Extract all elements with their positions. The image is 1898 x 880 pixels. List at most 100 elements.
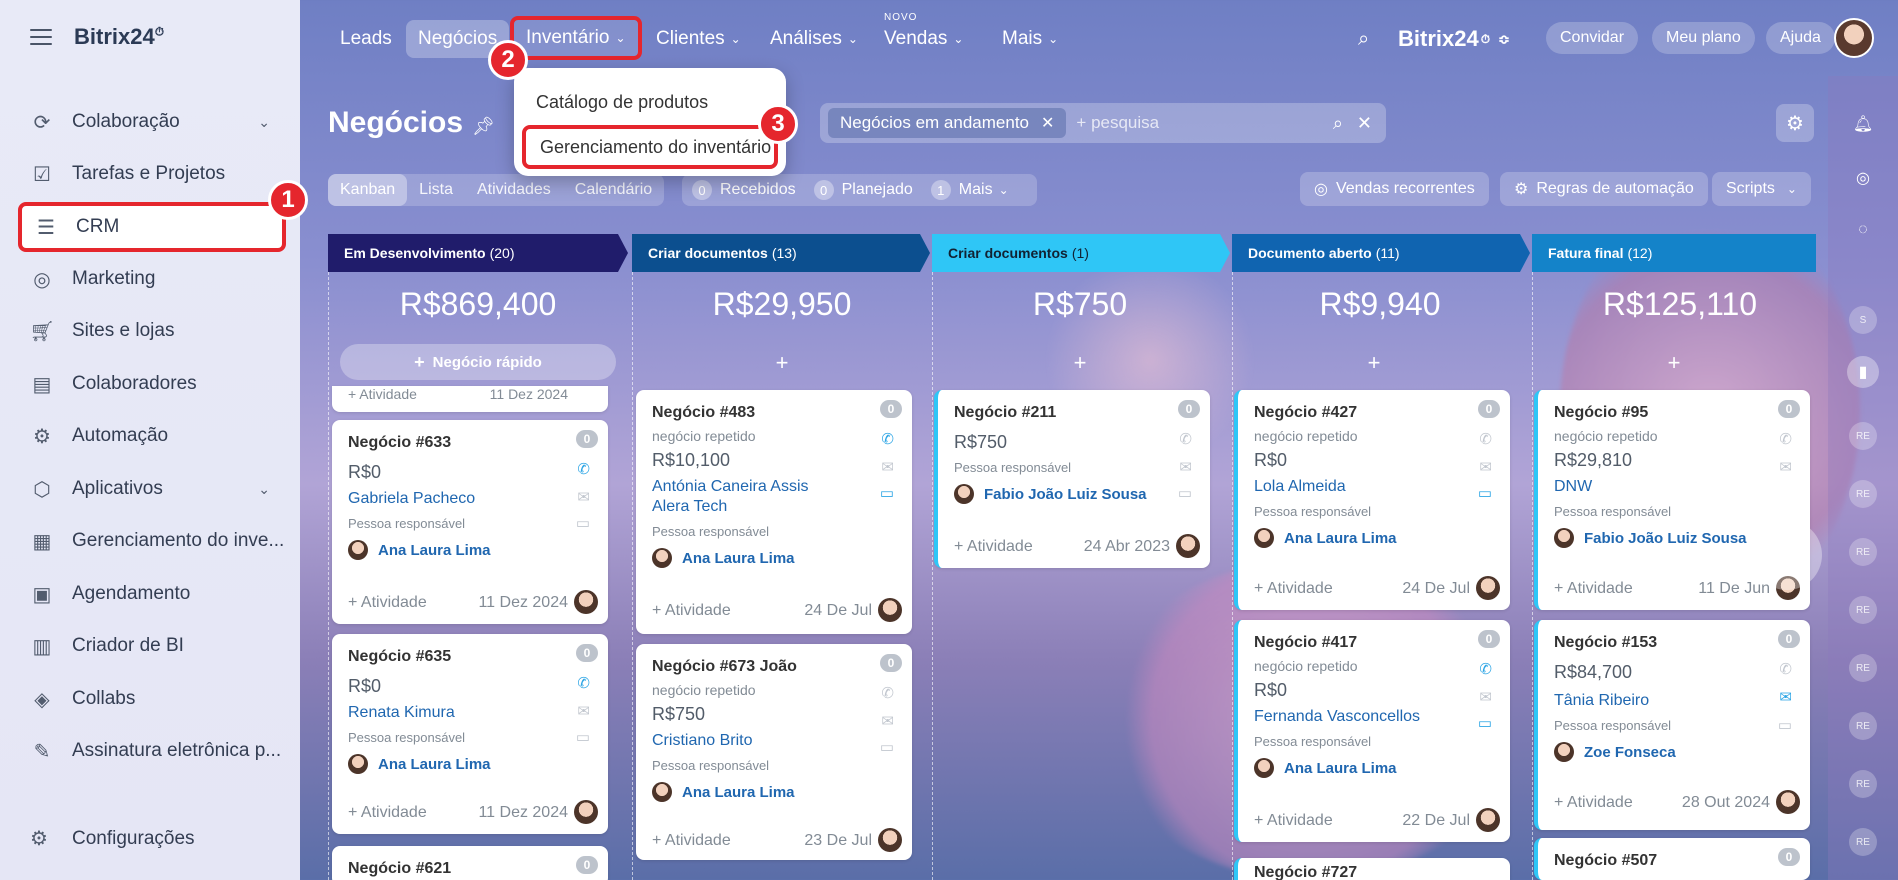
mail-icon[interactable]: ✉ [1779,458,1792,476]
deal-client[interactable]: Lola Almeida [1254,478,1346,496]
bookmark-icon[interactable]: ▮ [1847,356,1879,388]
sidebar-item-collabs[interactable]: ◈ Collabs [18,677,286,721]
help-button[interactable]: Ajuda [1766,22,1835,54]
add-deal-plus[interactable]: + [932,350,1228,376]
view-kanban[interactable]: Kanban [328,174,408,206]
clear-icon[interactable]: ✕ [1357,113,1372,134]
menu-item-catalogo[interactable]: Catálogo de produtos [536,92,708,113]
logo[interactable]: Bitrix24⏱ [74,24,164,50]
add-activity-link[interactable]: + Atividade [954,538,1033,556]
avatar[interactable] [878,828,902,852]
deal-card-727[interactable]: Negócio #727 [1234,858,1510,880]
avatar[interactable]: RE [1849,596,1877,624]
deal-company[interactable]: Alera Tech [652,498,727,516]
avatar[interactable]: RE [1849,654,1877,682]
deal-client[interactable]: DNW [1554,478,1592,496]
deal-client[interactable]: Gabriela Pacheco [348,490,475,508]
avatar[interactable] [1476,808,1500,832]
search-icon[interactable]: ⌕ [1333,113,1343,134]
avatar[interactable]: S [1849,306,1877,334]
automation-rules-button[interactable]: ⚙ Regras de automação [1500,172,1708,206]
chat-icon[interactable]: ▭ [1478,714,1492,732]
avatar[interactable] [1776,790,1800,814]
filter-search-bar[interactable]: Negócios em andamento ✕ + pesquisa ⌕ ✕ [820,103,1386,143]
chat-icon[interactable]: ▭ [1178,484,1192,502]
deal-card-621[interactable]: Negócio #621 0 [332,846,608,880]
add-activity-link[interactable]: + Atividade [1554,794,1633,812]
sidebar-item-colaboradores[interactable]: ▤ Colaboradores [18,362,286,406]
deal-client[interactable]: Tânia Ribeiro [1554,692,1649,710]
add-activity-link[interactable]: + Atividade [1254,580,1333,598]
deal-client[interactable]: Renata Kimura [348,704,455,722]
deal-title[interactable]: Negócio #727 [1254,864,1357,880]
mail-icon[interactable]: ✉ [1179,458,1192,476]
add-activity-link[interactable]: + Atividade [348,594,427,612]
deal-card-211[interactable]: Negócio #211 0 R$750 ✆ Pessoa responsáve… [934,390,1210,568]
recurring-sales-button[interactable]: ◎ Vendas recorrentes [1300,172,1489,206]
phone-icon[interactable]: ✆ [1479,660,1492,678]
responsible-person[interactable]: Ana Laura Lima [348,540,491,560]
column-header-fatura-final[interactable]: Fatura final (12) [1532,234,1816,272]
deal-card-partial[interactable]: + Atividade 11 Dez 2024 [332,386,608,412]
deal-card-483[interactable]: Negócio #483 0 negócio repetido ✆ R$10,1… [636,390,912,634]
sidebar-item-aplicativos[interactable]: ⬡ Aplicativos ⌄ [18,467,286,511]
mail-icon[interactable]: ✉ [881,712,894,730]
column-header-em-desenvolvimento[interactable]: Em Desenvolvimento (20) [328,234,628,272]
deal-card-673[interactable]: Negócio #673 João 0 negócio repetido ✆ R… [636,644,912,860]
deal-card-417[interactable]: Negócio #417 0 negócio repetido ✆ R$0 ✉ … [1234,620,1510,842]
menu-item-gerenciamento[interactable]: Gerenciamento do inventário [522,125,778,169]
chat-icon[interactable]: ▭ [576,728,590,746]
avatar[interactable]: RE [1849,828,1877,856]
column-header-documento-aberto[interactable]: Documento aberto (11) [1232,234,1530,272]
deal-title[interactable]: Negócio #633 [348,434,451,452]
deal-title[interactable]: Negócio #507 [1554,852,1657,870]
mail-icon[interactable]: ✉ [1479,458,1492,476]
deal-title[interactable]: Negócio #427 [1254,404,1357,422]
avatar[interactable]: RE [1849,538,1877,566]
avatar[interactable]: RE [1849,480,1877,508]
responsible-person[interactable]: Fabio João Luiz Sousa [954,484,1147,504]
deal-client[interactable]: Cristiano Brito [652,732,752,750]
deal-card-153[interactable]: Negócio #153 0 R$84,700 ✆ Tânia Ribeiro … [1534,620,1810,830]
invite-button[interactable]: Convidar [1546,22,1639,54]
sidebar-item-sites[interactable]: 🛒︎ Sites e lojas [18,309,286,353]
deal-client[interactable]: Fernanda Vasconcellos [1254,708,1420,726]
view-calendario[interactable]: Calendário [563,174,664,206]
pin-icon[interactable]: 📌︎ [472,116,495,137]
counter-mais[interactable]: 1 Mais ⌄ [930,180,1009,200]
avatar[interactable] [1176,534,1200,558]
phone-icon[interactable]: ✆ [1179,430,1192,448]
add-activity-link[interactable]: + Atividade [348,386,417,402]
responsible-person[interactable]: Ana Laura Lima [652,548,795,568]
phone-icon[interactable]: ✆ [1779,430,1792,448]
bell-icon[interactable]: 🔔︎ [1847,108,1879,140]
mail-icon[interactable]: ✉ [1479,688,1492,706]
plan-button[interactable]: Meu plano [1652,22,1755,54]
responsible-person[interactable]: Zoe Fonseca [1554,742,1676,762]
responsible-person[interactable]: Ana Laura Lima [1254,528,1397,548]
deal-card-633[interactable]: Negócio #633 0 R$0 ✆ Gabriela Pacheco ✉ … [332,420,608,624]
close-icon[interactable]: ✕ [1041,113,1054,133]
phone-icon[interactable]: ✆ [881,684,894,702]
chat-icon[interactable]: ▭ [1478,484,1492,502]
sidebar-item-configuracoes[interactable]: ⚙ Configurações [30,826,195,851]
column-header-criar-documentos-2[interactable]: Criar documentos (1) [932,234,1230,272]
phone-icon[interactable]: ✆ [1779,660,1792,678]
sidebar-item-bi[interactable]: ▥ Criador de BI [18,624,286,668]
sidebar-item-colaboracao[interactable]: ⟳ Colaboração ⌄ [18,100,286,144]
sidebar-item-tarefas[interactable]: ☑ Tarefas e Projetos [18,152,286,196]
search-icon[interactable]: ⌕ [1346,20,1381,58]
phone-icon[interactable]: ✆ [577,460,590,478]
nav-vendas[interactable]: Vendas ⌄ [872,20,975,58]
user-avatar[interactable] [1834,18,1874,58]
nav-mais[interactable]: Mais ⌄ [990,20,1070,58]
search-input[interactable]: + pesquisa [1076,113,1332,133]
sidebar-item-automacao[interactable]: ⚙ Automação [18,414,286,458]
brand-logo[interactable]: Bitrix24 ⏱ ≎ [1386,20,1522,58]
avatar[interactable]: RE [1849,770,1877,798]
add-activity-link[interactable]: + Atividade [1254,812,1333,830]
avatar[interactable] [1476,576,1500,600]
deal-title[interactable]: Negócio #635 [348,648,451,666]
deal-card-635[interactable]: Negócio #635 0 R$0 ✆ Renata Kimura ✉ Pes… [332,634,608,834]
view-lista[interactable]: Lista [407,174,465,206]
